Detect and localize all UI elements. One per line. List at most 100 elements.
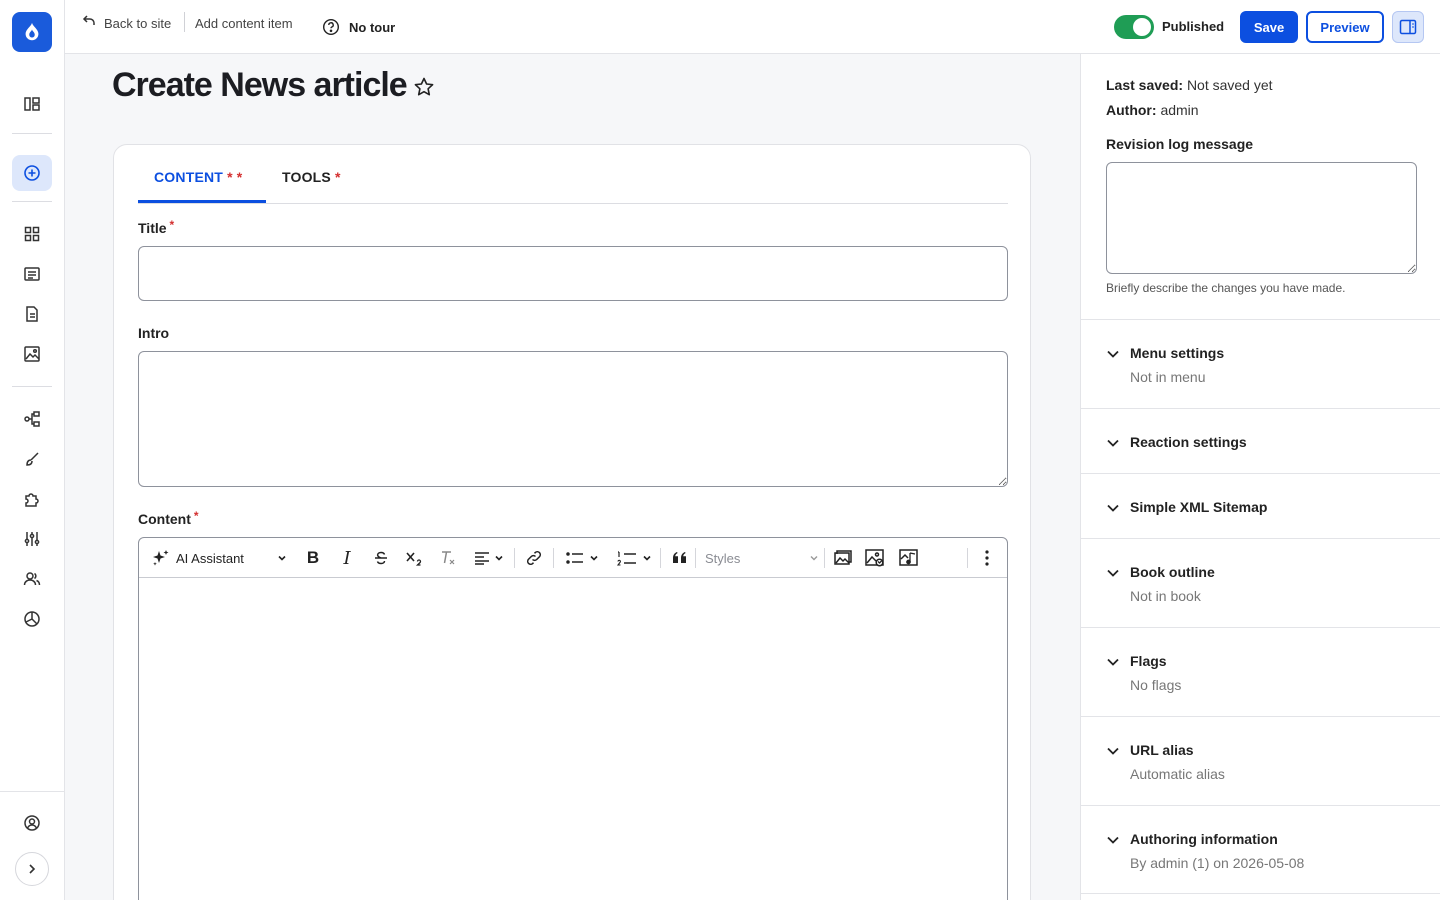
last-saved-info: Last saved: Not saved yet — [1106, 77, 1273, 93]
section-title: Book outline — [1130, 564, 1215, 580]
author-label: Author: — [1106, 102, 1157, 118]
chevron-down-icon — [1107, 350, 1119, 358]
revision-log-help: Briefly describe the changes you have ma… — [1106, 281, 1346, 295]
ai-assistant-dropdown[interactable]: AI Assistant — [151, 546, 287, 570]
reports-chart-icon[interactable] — [12, 601, 52, 637]
content-list-icon[interactable] — [12, 256, 52, 292]
insert-image-button[interactable] — [831, 546, 855, 570]
remove-format-icon — [442, 551, 455, 565]
expand-sidebar-button[interactable] — [15, 852, 49, 886]
media-gallery-icon — [899, 549, 918, 566]
required-marker: * — [334, 169, 341, 185]
extend-puzzle-icon[interactable] — [12, 481, 52, 517]
tour-button[interactable]: No tour — [322, 4, 395, 50]
chevron-down-icon — [495, 555, 503, 561]
section-menu-settings[interactable]: Menu settings Not in menu — [1081, 319, 1440, 408]
structure-icon[interactable] — [12, 401, 52, 437]
section-reaction-settings[interactable]: Reaction settings — [1081, 408, 1440, 473]
help-circle-icon — [322, 18, 340, 36]
section-flags[interactable]: Flags No flags — [1081, 627, 1440, 716]
strikethrough-button[interactable] — [369, 546, 393, 570]
appearance-brush-icon[interactable] — [12, 441, 52, 477]
section-title: URL alias — [1130, 742, 1194, 758]
toolbar-separator — [553, 548, 554, 568]
subscript-button[interactable] — [402, 546, 428, 570]
insert-media-button[interactable] — [863, 546, 887, 570]
section-url-alias[interactable]: URL alias Automatic alias — [1081, 716, 1440, 805]
bold-button[interactable]: B — [301, 546, 325, 570]
published-label: Published — [1162, 19, 1225, 34]
tab-tools[interactable]: TOOLS * — [282, 169, 341, 185]
section-title: Reaction settings — [1130, 434, 1247, 450]
required-marker: * — [193, 509, 199, 523]
published-toggle[interactable] — [1114, 15, 1154, 39]
media-icon[interactable] — [12, 336, 52, 372]
chevron-down-icon — [810, 556, 818, 561]
section-summary: Not in book — [1130, 588, 1201, 604]
revision-log-textarea[interactable] — [1106, 162, 1417, 274]
drupal-logo[interactable] — [12, 12, 52, 52]
toggle-sidebar-button[interactable] — [1392, 11, 1424, 43]
remove-format-button[interactable] — [436, 546, 460, 570]
styles-label: Styles — [705, 550, 741, 566]
rich-text-editor: AI Assistant B I Styles — [138, 537, 1008, 900]
alignment-dropdown[interactable] — [471, 546, 507, 570]
intro-label: Intro — [138, 325, 170, 341]
required-marker: * — [169, 218, 175, 232]
section-title: Simple XML Sitemap — [1130, 499, 1268, 515]
bulleted-list-icon — [565, 552, 583, 564]
chevron-down-icon — [1107, 504, 1119, 512]
section-summary: By admin (1) on 2026-05-08 — [1130, 855, 1305, 871]
more-tools-button[interactable] — [975, 546, 999, 570]
toolbar-separator — [824, 548, 825, 568]
add-content-label: Add content item — [195, 15, 293, 31]
sidebar-panel-icon — [1399, 19, 1417, 35]
toolbar-separator — [695, 548, 696, 568]
chevron-down-icon — [1107, 836, 1119, 844]
editor-content-area[interactable] — [139, 579, 1007, 900]
section-authoring-information[interactable]: Authoring information By admin (1) on 20… — [1081, 805, 1440, 894]
content-form-card: CONTENT * * TOOLS * Title * Intro Content * … — [113, 144, 1031, 900]
section-summary: Not in menu — [1130, 369, 1206, 385]
user-account-icon[interactable] — [12, 805, 52, 841]
save-button[interactable]: Save — [1240, 11, 1298, 43]
styles-dropdown[interactable]: Styles — [705, 546, 819, 570]
insert-media-gallery-button[interactable] — [897, 546, 921, 570]
section-title: Authoring information — [1130, 831, 1278, 847]
strikethrough-icon — [375, 551, 387, 565]
add-content-icon[interactable] — [12, 155, 52, 191]
tab-content[interactable]: CONTENT * * — [154, 169, 242, 185]
toolbar-separator — [660, 548, 661, 568]
topbar-divider — [184, 12, 185, 32]
title-input[interactable] — [138, 246, 1008, 301]
numbered-list-dropdown[interactable] — [613, 546, 655, 570]
section-title: Menu settings — [1130, 345, 1225, 361]
image-icon — [834, 550, 852, 565]
back-label: Back to site — [104, 15, 172, 31]
link-button[interactable] — [522, 546, 546, 570]
configuration-sliders-icon[interactable] — [12, 521, 52, 557]
section-book-outline[interactable]: Book outline Not in book — [1081, 538, 1440, 627]
dashboard-icon[interactable] — [12, 216, 52, 252]
favorite-star-icon[interactable] — [413, 76, 435, 103]
bulleted-list-dropdown[interactable] — [562, 546, 602, 570]
intro-textarea[interactable] — [138, 351, 1008, 487]
content-label-text: Content — [138, 511, 191, 527]
add-content-breadcrumb[interactable]: Add content item — [195, 0, 293, 46]
subscript-icon — [406, 552, 422, 566]
section-simple-xml-sitemap[interactable]: Simple XML Sitemap — [1081, 473, 1440, 538]
content-label: Content * — [138, 509, 199, 527]
blockquote-button[interactable] — [668, 546, 692, 570]
back-arrow-icon — [82, 15, 95, 25]
back-to-site-link[interactable]: Back to site — [82, 0, 171, 46]
people-icon[interactable] — [12, 561, 52, 597]
sparkle-icon — [153, 550, 169, 566]
files-icon[interactable] — [12, 296, 52, 332]
required-marker: * * — [227, 169, 243, 185]
chevron-right-icon — [29, 864, 36, 874]
shortcuts-icon[interactable] — [12, 86, 52, 122]
ai-assistant-label: AI Assistant — [176, 550, 244, 566]
preview-button[interactable]: Preview — [1306, 11, 1384, 43]
italic-button[interactable]: I — [335, 546, 359, 570]
more-vertical-icon — [985, 550, 989, 566]
